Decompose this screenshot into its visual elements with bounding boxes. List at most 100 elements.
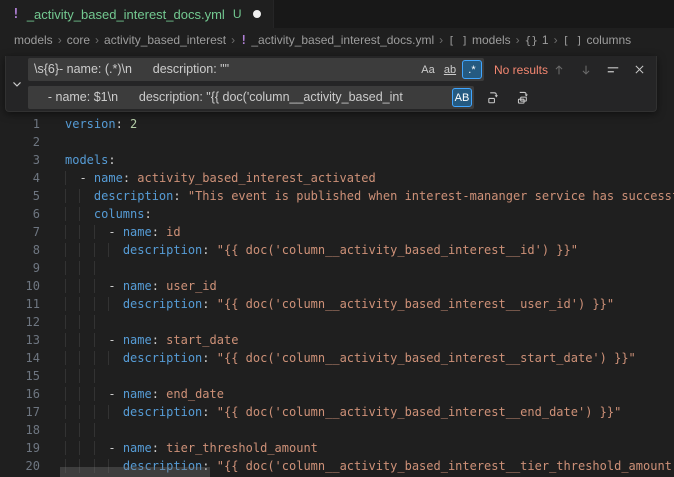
code-line[interactable]: 13 - name: start_date <box>0 331 674 349</box>
code-line[interactable]: 17 description: "{{ doc('column__activit… <box>0 403 674 421</box>
indent-guide <box>79 243 93 257</box>
indent-guide <box>79 387 93 401</box>
code-line[interactable]: 12 <box>0 313 674 331</box>
line-number: 7 <box>0 223 40 241</box>
code-line[interactable]: 15 <box>0 367 674 385</box>
code-text: description: "{{ doc('column__activity_b… <box>65 295 614 313</box>
code-line[interactable]: 14 description: "{{ doc('column__activit… <box>0 349 674 367</box>
yaml-file-icon: ! <box>12 7 20 22</box>
breadcrumb-label: models <box>14 33 53 47</box>
breadcrumb-label: models <box>472 33 511 47</box>
preserve-case-toggle[interactable]: AB <box>452 88 472 107</box>
indent-guide <box>108 405 122 419</box>
indent-guide <box>94 423 108 437</box>
indent-guide <box>108 297 122 311</box>
breadcrumb-item[interactable]: ›[ ]models <box>434 33 511 47</box>
breadcrumb-item[interactable]: ›core <box>53 33 90 47</box>
tab-filename: _activity_based_interest_docs.yml <box>27 7 225 22</box>
next-match-button[interactable] <box>575 59 596 80</box>
whole-word-toggle[interactable]: ab <box>440 60 460 79</box>
indent-guide <box>65 315 79 329</box>
indent-guide <box>79 297 93 311</box>
indent-guide <box>79 261 93 275</box>
code-line[interactable]: 16 - name: end_date <box>0 385 674 403</box>
find-input[interactable]: \s{6}- name: (.*)\n description: "" Aa a… <box>28 58 484 81</box>
indent-guide <box>65 207 79 221</box>
code-line[interactable]: 18 <box>0 421 674 439</box>
indent-guide <box>79 189 93 203</box>
code-text: - name: tier_threshold_amount <box>65 439 318 457</box>
tab-bar: ! _activity_based_interest_docs.yml U <box>0 0 674 28</box>
code-line[interactable]: 11 description: "{{ doc('column__activit… <box>0 295 674 313</box>
indent-guide <box>65 171 79 185</box>
indent-guide <box>108 243 122 257</box>
code-line[interactable]: 4 - name: activity_based_interest_activa… <box>0 169 674 187</box>
symbol-array-icon: [ ] <box>448 34 468 47</box>
breadcrumb: models›core›activity_based_interest›!_ac… <box>0 28 674 52</box>
code-line[interactable]: 3models: <box>0 151 674 169</box>
breadcrumb-item[interactable]: models <box>14 33 53 47</box>
indent-guide <box>79 441 93 455</box>
indent-guide <box>79 333 93 347</box>
line-number: 11 <box>0 295 40 313</box>
code-line[interactable]: 6 columns: <box>0 205 674 223</box>
indent-guide <box>65 243 79 257</box>
code-text: version: 2 <box>65 115 137 133</box>
code-line[interactable]: 10 - name: user_id <box>0 277 674 295</box>
line-number: 19 <box>0 439 40 457</box>
line-number: 14 <box>0 349 40 367</box>
code-line[interactable]: 19 - name: tier_threshold_amount <box>0 439 674 457</box>
line-number: 2 <box>0 133 40 151</box>
breadcrumb-separator-icon: › <box>516 33 520 47</box>
breadcrumb-label: _activity_based_interest_docs.yml <box>251 33 434 47</box>
line-number: 16 <box>0 385 40 403</box>
line-number: 12 <box>0 313 40 331</box>
code-line[interactable]: 2 <box>0 133 674 151</box>
breadcrumb-item[interactable]: ›!_activity_based_interest_docs.yml <box>226 33 434 47</box>
indent-guide <box>94 369 108 383</box>
regex-toggle[interactable]: .* <box>462 60 482 79</box>
code-text: - name: activity_based_interest_activate… <box>65 169 376 187</box>
indent-guide <box>65 423 79 437</box>
code-line[interactable]: 9 <box>0 259 674 277</box>
replace-all-button[interactable] <box>513 87 534 108</box>
close-find-button[interactable] <box>629 59 650 80</box>
breadcrumb-item[interactable]: ›[ ]columns <box>549 33 632 47</box>
yaml-icon: ! <box>240 33 247 47</box>
code-text: columns: <box>65 205 152 223</box>
indent-guide <box>79 315 93 329</box>
breadcrumb-item[interactable]: ›activity_based_interest <box>90 33 226 47</box>
indent-guide <box>94 351 108 365</box>
code-area[interactable]: 1version: 223models:4 - name: activity_b… <box>0 52 674 475</box>
horizontal-scrollbar[interactable] <box>60 467 210 477</box>
replace-button[interactable] <box>483 87 504 108</box>
indent-guide <box>94 333 108 347</box>
code-line[interactable]: 5 description: "This event is published … <box>0 187 674 205</box>
toggle-replace-button[interactable] <box>6 56 28 111</box>
code-text: - name: user_id <box>65 277 217 295</box>
code-editor[interactable]: 1version: 223models:4 - name: activity_b… <box>0 52 674 477</box>
code-line[interactable]: 8 description: "{{ doc('column__activity… <box>0 241 674 259</box>
code-line[interactable]: 1version: 2 <box>0 115 674 133</box>
breadcrumb-item[interactable]: ›{}1 <box>511 33 549 47</box>
find-in-selection-button[interactable] <box>602 59 623 80</box>
replace-input[interactable]: - name: $1\n description: "{{ doc('colum… <box>28 86 474 109</box>
code-text <box>65 313 108 331</box>
line-number: 6 <box>0 205 40 223</box>
code-text: description: "{{ doc('column__activity_b… <box>65 403 621 421</box>
code-text: - name: end_date <box>65 385 224 403</box>
unsaved-dot-icon[interactable] <box>253 10 261 18</box>
editor-tab[interactable]: ! _activity_based_interest_docs.yml U <box>0 0 274 28</box>
line-number: 13 <box>0 331 40 349</box>
indent-guide <box>94 297 108 311</box>
previous-match-button[interactable] <box>548 59 569 80</box>
code-text: - name: start_date <box>65 331 238 349</box>
indent-guide <box>65 405 79 419</box>
find-query-text: \s{6}- name: (.*)\n description: "" <box>34 58 416 81</box>
code-line[interactable]: 7 - name: id <box>0 223 674 241</box>
match-case-toggle[interactable]: Aa <box>418 60 438 79</box>
code-text: models: <box>65 151 116 169</box>
indent-guide <box>79 351 93 365</box>
code-text: - name: id <box>65 223 181 241</box>
indent-guide <box>65 333 79 347</box>
